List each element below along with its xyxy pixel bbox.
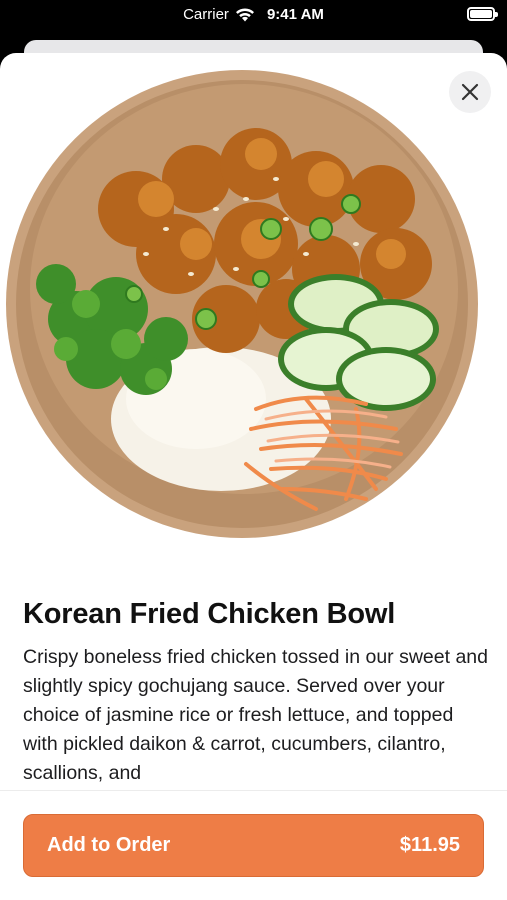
add-to-order-label: Add to Order: [47, 834, 171, 856]
food-bowl-image: [6, 70, 478, 538]
close-icon: [461, 83, 479, 101]
carrier-label: Carrier: [183, 6, 229, 23]
add-to-order-button[interactable]: Add to Order $11.95: [23, 814, 484, 877]
divider: [0, 790, 507, 791]
battery-icon: [467, 7, 498, 21]
item-title: Korean Fried Chicken Bowl: [23, 598, 396, 630]
close-button[interactable]: [449, 71, 491, 113]
status-center: Carrier 9:41 AM: [0, 6, 507, 23]
status-bar: Carrier 9:41 AM: [0, 0, 507, 34]
clock: 9:41 AM: [266, 6, 324, 23]
wifi-icon: [235, 8, 254, 22]
price-label: $11.95: [399, 834, 460, 856]
item-detail-sheet: Korean Fried Chicken Bowl Crispy boneles…: [0, 53, 507, 900]
item-description: Crispy boneless fried chicken tossed in …: [23, 646, 488, 784]
